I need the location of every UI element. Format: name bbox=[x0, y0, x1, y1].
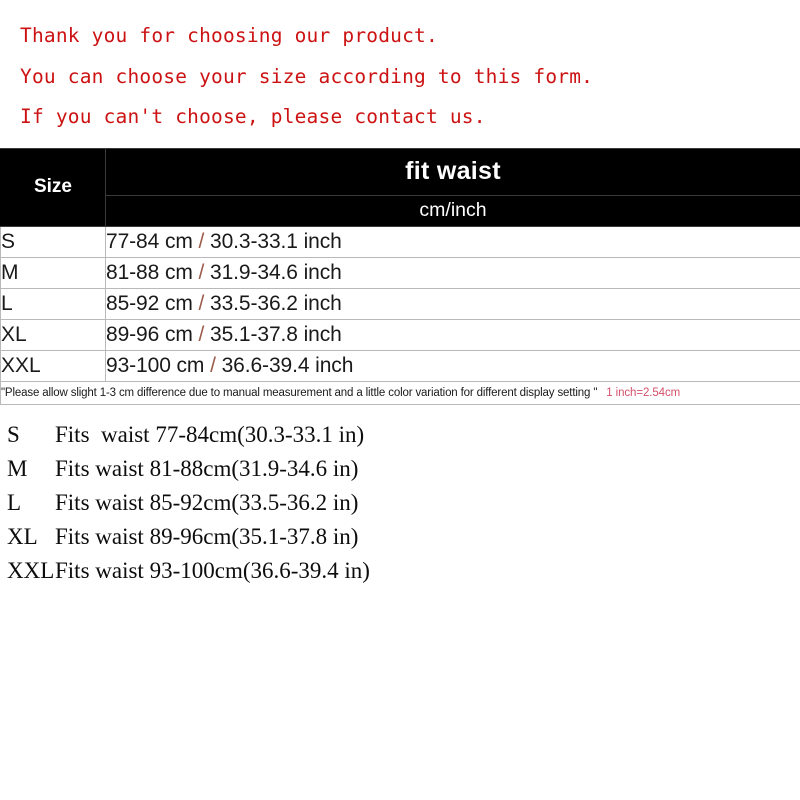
list-item: M Fits waist 81-88cm(31.9-34.6 in) bbox=[7, 452, 800, 486]
measure-cm: 93-100 cm bbox=[106, 353, 205, 377]
header-size-label: Size bbox=[0, 147, 106, 227]
table-row: S 77-84 cm / 30.3-33.1 inch bbox=[0, 225, 800, 258]
measure-separator: / bbox=[198, 322, 205, 346]
fit-text-l: Fits waist 85-92cm(33.5-36.2 in) bbox=[55, 489, 359, 515]
intro-line-1: Thank you for choosing our product. bbox=[20, 24, 438, 47]
intro-line-2: You can choose your size according to th… bbox=[20, 64, 594, 88]
row-size-m: M bbox=[0, 256, 106, 289]
row-measure-m: 81-88 cm / 31.9-34.6 inch bbox=[105, 256, 800, 289]
disclaimer-text: "Please allow slight 1-3 cm difference d… bbox=[1, 386, 598, 399]
fit-text-m: Fits waist 81-88cm(31.9-34.6 in) bbox=[55, 455, 359, 481]
table-header-row: Size fit waist bbox=[0, 147, 800, 227]
measure-inch: 36.6-39.4 inch bbox=[221, 353, 354, 377]
fit-size-s: S bbox=[7, 421, 20, 447]
row-measure-s: 77-84 cm / 30.3-33.1 inch bbox=[105, 225, 800, 258]
list-item: XXLFits waist 93-100cm(36.6-39.4 in) bbox=[7, 554, 800, 588]
list-item: S Fits waist 77-84cm(30.3-33.1 in) bbox=[7, 418, 800, 452]
measurement-disclaimer: "Please allow slight 1-3 cm difference d… bbox=[0, 380, 800, 405]
row-measure-xxl: 93-100 cm / 36.6-39.4 inch bbox=[105, 349, 800, 382]
size-chart-table: Size fit waist cm/inch S 77-84 cm / 30.3… bbox=[0, 147, 800, 405]
measure-inch: 33.5-36.2 inch bbox=[210, 291, 342, 315]
table-row: M 81-88 cm / 31.9-34.6 inch bbox=[0, 256, 800, 289]
fit-size-m: M bbox=[7, 455, 28, 481]
measure-inch: 31.9-34.6 inch bbox=[210, 260, 342, 284]
header-units-subtitle: cm/inch bbox=[105, 194, 800, 227]
table-row: XL 89-96 cm / 35.1-37.8 inch bbox=[0, 318, 800, 351]
row-size-s: S bbox=[0, 225, 106, 258]
row-size-l: L bbox=[0, 287, 106, 320]
row-size-xl: XL bbox=[0, 318, 106, 351]
row-measure-xl: 89-96 cm / 35.1-37.8 inch bbox=[105, 318, 800, 351]
fit-size-xxl: XXL bbox=[7, 557, 55, 583]
measure-separator: / bbox=[198, 291, 205, 315]
list-item: L Fits waist 85-92cm(33.5-36.2 in) bbox=[7, 486, 800, 520]
table-row: L 85-92 cm / 33.5-36.2 inch bbox=[0, 287, 800, 320]
fit-text-xxl: Fits waist 93-100cm(36.6-39.4 in) bbox=[55, 557, 370, 583]
measure-cm: 89-96 cm bbox=[106, 322, 193, 346]
fit-size-l: L bbox=[7, 489, 22, 515]
measure-separator: / bbox=[198, 229, 205, 253]
table-row: XXL 93-100 cm / 36.6-39.4 inch bbox=[0, 349, 800, 382]
unit-conversion-note: 1 inch=2.54cm bbox=[606, 386, 681, 399]
header-fit-waist-title: fit waist bbox=[105, 147, 800, 196]
fit-summary-list: S Fits waist 77-84cm(30.3-33.1 in) M Fits … bbox=[0, 418, 800, 588]
intro-notice: Thank you for choosing our product. You … bbox=[0, 0, 800, 127]
intro-line-3: If you can't choose, please contact us. bbox=[20, 105, 486, 128]
row-size-xxl: XXL bbox=[0, 349, 106, 382]
fit-text-xl: Fits waist 89-96cm(35.1-37.8 in) bbox=[55, 523, 359, 549]
measure-separator: / bbox=[210, 353, 216, 377]
measure-cm: 81-88 cm bbox=[106, 260, 193, 284]
measure-cm: 77-84 cm bbox=[106, 229, 193, 253]
measure-separator: / bbox=[198, 260, 205, 284]
measure-inch: 35.1-37.8 inch bbox=[210, 322, 342, 346]
table-subheader-row: cm/inch bbox=[1, 194, 800, 227]
fit-size-xl: XL bbox=[7, 523, 38, 549]
table-note-row: "Please allow slight 1-3 cm difference d… bbox=[0, 380, 800, 405]
row-measure-l: 85-92 cm / 33.5-36.2 inch bbox=[105, 287, 800, 320]
list-item: XL Fits waist 89-96cm(35.1-37.8 in) bbox=[7, 520, 800, 554]
fit-text-s: Fits waist 77-84cm(30.3-33.1 in) bbox=[55, 421, 365, 447]
measure-cm: 85-92 cm bbox=[106, 291, 193, 315]
measure-inch: 30.3-33.1 inch bbox=[210, 229, 342, 253]
